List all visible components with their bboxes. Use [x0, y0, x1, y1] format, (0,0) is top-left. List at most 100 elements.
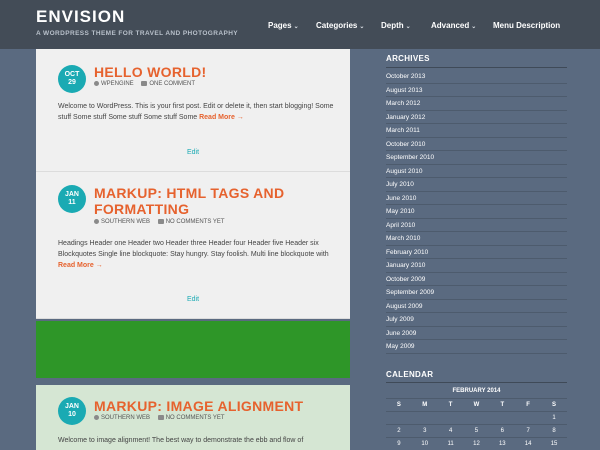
excerpt-text: Welcome to WordPress. This is your first…	[58, 103, 334, 121]
featured-image-band	[36, 321, 350, 378]
calendar-day: 11	[437, 437, 464, 450]
calendar-weekday: W	[463, 398, 490, 412]
calendar-day: 10	[411, 437, 438, 450]
post-author-link[interactable]: SOUTHERN WEB	[101, 415, 150, 421]
archive-link[interactable]: October 2010	[386, 138, 567, 151]
post-image-alignment: JAN 10 MARKUP: IMAGE ALIGNMENT SOUTHERN …	[36, 385, 350, 450]
calendar-day: 6	[489, 424, 516, 438]
post-comments-link[interactable]: NO COMMENTS YET	[166, 415, 225, 421]
archives-list: October 2013 August 2013 March 2012 January…	[386, 70, 567, 354]
archive-link[interactable]: May 2009	[386, 340, 567, 354]
date-badge: OCT 29	[58, 65, 86, 93]
comment-icon	[141, 81, 148, 86]
main-navigation: Pages ⌄ Categories ⌄ Depth ⌄ Advanced ⌄ Menu…	[0, 21, 600, 33]
archive-link[interactable]: June 2009	[386, 327, 567, 340]
archive-link[interactable]: September 2010	[386, 151, 567, 165]
calendar-day: 12	[463, 437, 490, 450]
archive-link[interactable]: August 2009	[386, 300, 567, 313]
calendar-day: 5	[463, 424, 490, 438]
archive-link[interactable]: February 2010	[386, 246, 567, 259]
chevron-down-icon: ⌄	[405, 24, 411, 30]
calendar-weekday: T	[489, 398, 516, 412]
read-more-link[interactable]: Read More →	[199, 114, 244, 121]
archive-link[interactable]: October 2013	[386, 70, 567, 84]
calendar-day	[515, 411, 542, 425]
post-author-link[interactable]: WPENGINE	[101, 81, 134, 87]
archive-link[interactable]: June 2010	[386, 192, 567, 205]
post-comments-link[interactable]: ONE COMMENT	[149, 81, 195, 87]
calendar-weekday: S	[386, 398, 412, 412]
calendar-weekday: S	[541, 398, 567, 412]
calendar-day: 4	[437, 424, 464, 438]
archive-link[interactable]: August 2013	[386, 84, 567, 97]
calendar-day: 15	[541, 437, 567, 450]
post-title-line: FORMATTING	[94, 201, 190, 217]
calendar-day: 13	[489, 437, 516, 450]
nav-item-menu-description[interactable]: Menu Description	[493, 21, 560, 30]
content-area: OCT 29 HELLO WORLD! WPENGINE ONE COMMENT…	[36, 49, 350, 450]
nav-item-advanced[interactable]: Advanced ⌄	[431, 21, 476, 30]
archive-link[interactable]: October 2009	[386, 273, 567, 286]
archive-link[interactable]: January 2012	[386, 111, 567, 124]
post-title[interactable]: HELLO WORLD!	[94, 64, 206, 80]
calendar-day: 14	[515, 437, 542, 450]
post-excerpt: Headings Header one Header two Header th…	[58, 238, 338, 271]
calendar-day	[463, 411, 490, 425]
archives-title: ARCHIVES	[386, 54, 430, 63]
archive-link[interactable]: March 2012	[386, 97, 567, 111]
post-title[interactable]: MARKUP: HTML TAGS AND FORMATTING	[94, 185, 284, 217]
nav-item-depth[interactable]: Depth ⌄	[381, 21, 411, 30]
archive-link[interactable]: May 2010	[386, 205, 567, 219]
date-badge: JAN 11	[58, 185, 86, 213]
comment-icon	[157, 415, 164, 420]
nav-item-pages[interactable]: Pages ⌄	[268, 21, 299, 30]
calendar-weekday: T	[437, 398, 464, 412]
archive-link[interactable]: March 2010	[386, 232, 567, 246]
edit-link[interactable]: Edit	[36, 296, 350, 303]
post-author-link[interactable]: SOUTHERN WEB	[101, 219, 150, 225]
calendar-week: 2345678	[386, 424, 567, 438]
post-title[interactable]: MARKUP: IMAGE ALIGNMENT	[94, 398, 303, 414]
calendar-day	[411, 411, 438, 425]
archive-link[interactable]: August 2010	[386, 165, 567, 178]
chevron-down-icon: ⌄	[293, 24, 299, 30]
nav-item-label: Pages	[268, 21, 292, 30]
date-day: 11	[68, 199, 76, 206]
post-comments-link[interactable]: NO COMMENTS YET	[166, 219, 225, 225]
calendar-title: CALENDAR	[386, 370, 434, 379]
calendar-day	[386, 411, 412, 425]
post-meta: WPENGINE ONE COMMENT	[94, 81, 195, 87]
post-excerpt: Welcome to image alignment! The best way…	[58, 437, 304, 444]
calendar-body: 1 2 3 4 5 6 7 8 9 10 11 12 13 14 15	[386, 411, 567, 450]
archive-link[interactable]: April 2010	[386, 219, 567, 232]
archive-link[interactable]: March 2011	[386, 124, 567, 138]
date-month: OCT	[64, 71, 80, 78]
archive-link[interactable]: July 2009	[386, 313, 567, 327]
user-icon	[94, 415, 99, 420]
calendar-weekday: F	[515, 398, 542, 412]
read-more-link[interactable]: Read More →	[58, 262, 103, 269]
post-title-line: MARKUP: HTML TAGS AND	[94, 185, 285, 201]
divider	[386, 67, 567, 68]
divider	[386, 382, 567, 383]
calendar-day	[437, 411, 464, 425]
calendar-day: 1	[541, 411, 567, 425]
calendar-weekday: M	[411, 398, 438, 412]
nav-item-label: Depth	[381, 21, 404, 30]
calendar-caption: FEBRUARY 2014	[386, 384, 567, 399]
chevron-down-icon: ⌄	[471, 24, 477, 30]
post-meta: SOUTHERN WEB NO COMMENTS YET	[94, 415, 225, 421]
date-month: JAN	[64, 403, 79, 410]
excerpt-text: Headings Header one Header two Header th…	[58, 240, 329, 258]
nav-item-categories[interactable]: Categories ⌄	[316, 21, 364, 30]
calendar-day: 2	[386, 424, 412, 438]
calendar-week: 9 10 11 12 13 14 15	[386, 437, 567, 450]
nav-item-label: Categories	[316, 21, 358, 30]
archive-link[interactable]: September 2009	[386, 286, 567, 300]
archive-link[interactable]: January 2010	[386, 259, 567, 273]
edit-link[interactable]: Edit	[36, 149, 350, 156]
calendar-day: 7	[515, 424, 542, 438]
calendar-table: FEBRUARY 2014 SMTWTFS 1 2 3 4 5 6 7 8 9 10 11 12 13 1…	[386, 384, 567, 450]
calendar-week: 1	[386, 411, 567, 425]
archive-link[interactable]: July 2010	[386, 178, 567, 192]
